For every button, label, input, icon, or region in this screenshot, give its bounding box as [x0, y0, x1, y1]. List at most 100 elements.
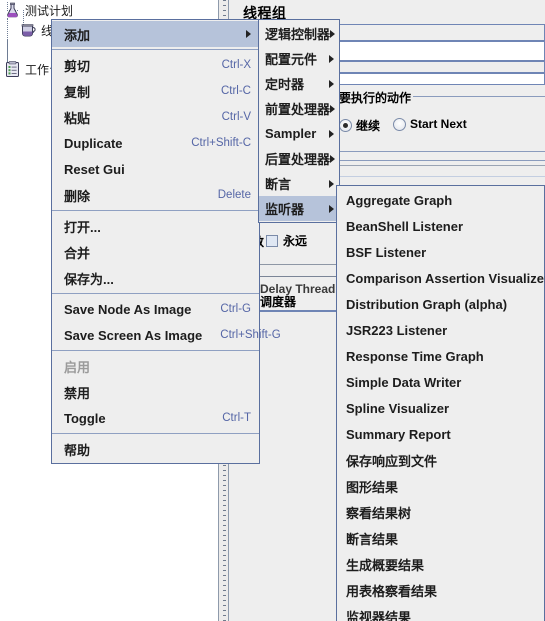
radio-start-next[interactable]: Start Next [393, 117, 467, 131]
menu-item[interactable]: Save Screen As Image Ctrl+Shift-G [52, 322, 281, 348]
node-context-menu[interactable]: 添加剪切 Ctrl-X 复制 Ctrl-C 粘贴 Ctrl-V Duplicate Ctrl+… [51, 19, 281, 464]
menu-item[interactable]: 合并 [52, 239, 259, 265]
menu-item-label: 添加 [64, 27, 91, 43]
menu-item-accelerator: Ctrl-C [220, 85, 251, 97]
menu-item[interactable]: Summary Report [337, 421, 544, 447]
menu-item-label: Save Node As Image [64, 301, 192, 317]
submenu-arrow-icon [329, 129, 334, 138]
menu-item[interactable]: 添加 [52, 21, 259, 47]
menu-item[interactable]: 图形结果 [337, 473, 544, 499]
radio-dot-icon [339, 119, 352, 132]
menu-item-label: Simple Data Writer [346, 374, 462, 390]
menu-item[interactable]: 察看结果树 [337, 499, 544, 525]
menu-item[interactable]: 监听器 [259, 196, 339, 221]
menu-item[interactable]: 复制 Ctrl-C [52, 78, 259, 104]
menu-item[interactable]: 前置处理器 [259, 96, 339, 121]
menu-item-label: JSR223 Listener [346, 322, 448, 338]
radio-continue[interactable]: 继续 [339, 117, 380, 134]
menu-item-label: 禁用 [64, 385, 91, 401]
menu-item[interactable]: Distribution Graph (alpha) [337, 291, 544, 317]
checkbox-label: 永远 [283, 234, 308, 248]
listener-submenu[interactable]: Aggregate Graph BeanShell Listener BSF Lis… [336, 185, 545, 621]
menu-item[interactable]: Reset Gui [52, 156, 259, 182]
menu-separator [52, 210, 259, 211]
menu-item[interactable]: JSR223 Listener [337, 317, 544, 343]
menu-item-accelerator: Ctrl-V [221, 111, 251, 123]
menu-item[interactable]: 粘贴 Ctrl-V [52, 104, 259, 130]
tree-item-test-plan[interactable]: 测试计划 [4, 2, 73, 19]
menu-item-label: BeanShell Listener [346, 218, 464, 234]
menu-item-label: 后置处理器 [265, 152, 331, 167]
menu-item-label: 用表格察看结果 [346, 583, 438, 599]
menu-item-label: 帮助 [64, 442, 91, 458]
add-submenu[interactable]: 逻辑控制器配置元件定时器前置处理器 Sampler 后置处理器断言监听器 [258, 19, 340, 223]
menu-item-label: 前置处理器 [265, 102, 331, 117]
menu-item-label: 断言结果 [346, 531, 399, 547]
menu-item[interactable]: Toggle Ctrl-T [52, 405, 259, 431]
menu-item-label: 监听器 [265, 202, 305, 217]
menu-item-label: Duplicate [64, 135, 123, 151]
menu-item-label: 配置元件 [265, 52, 318, 67]
menu-item-accelerator: Ctrl-G [220, 303, 251, 315]
menu-item-accelerator: Ctrl+Shift-G [220, 329, 281, 341]
forever-checkbox-overlay[interactable]: 永远 [266, 232, 307, 249]
menu-item-label: 定时器 [265, 77, 305, 92]
menu-item-label: 粘贴 [64, 110, 91, 126]
menu-item-label: Summary Report [346, 426, 451, 442]
menu-item[interactable]: BSF Listener [337, 239, 544, 265]
menu-item[interactable]: 生成概要结果 [337, 551, 544, 577]
menu-separator [52, 433, 259, 434]
menu-item-label: 合并 [64, 245, 91, 261]
menu-item-label: 断言 [265, 177, 292, 192]
menu-separator [52, 350, 259, 351]
menu-item-label: 监视器结果 [346, 609, 412, 621]
menu-item[interactable]: Response Time Graph [337, 343, 544, 369]
menu-item[interactable]: Sampler [259, 121, 339, 146]
radio-label: 继续 [356, 119, 381, 133]
menu-item-label: 察看结果树 [346, 505, 412, 521]
menu-item-label: 保存为... [64, 271, 114, 287]
menu-item-label: 复制 [64, 84, 91, 100]
menu-item[interactable]: 断言 [259, 171, 339, 196]
submenu-arrow-icon [330, 29, 336, 38]
menu-separator [52, 49, 259, 50]
menu-item[interactable]: 保存为... [52, 265, 259, 291]
submenu-arrow-icon [330, 104, 336, 113]
menu-item-label: Aggregate Graph [346, 192, 453, 208]
radio-label: Start Next [410, 117, 467, 131]
menu-item[interactable]: 后置处理器 [259, 146, 339, 171]
menu-item[interactable]: Simple Data Writer [337, 369, 544, 395]
menu-item-label: Distribution Graph (alpha) [346, 296, 508, 312]
menu-item[interactable]: 用表格察看结果 [337, 577, 544, 603]
menu-item[interactable]: 定时器 [259, 71, 339, 96]
menu-item-label: 打开... [64, 219, 101, 235]
scheduler-label-overlay: 调度器 [260, 295, 297, 309]
menu-item[interactable]: Duplicate Ctrl+Shift-C [52, 130, 259, 156]
menu-item[interactable]: 保存响应到文件 [337, 447, 544, 473]
menu-item: 启用 [52, 353, 259, 379]
menu-item[interactable]: 打开... [52, 213, 259, 239]
menu-item-label: Spline Visualizer [346, 400, 450, 416]
menu-item[interactable]: 删除 Delete [52, 182, 259, 208]
menu-item[interactable]: Spline Visualizer [337, 395, 544, 421]
menu-item-accelerator: Ctrl+Shift-C [191, 137, 251, 149]
menu-item[interactable]: Aggregate Graph [337, 187, 544, 213]
radio-dot-icon [393, 117, 406, 131]
menu-item[interactable]: 剪切 Ctrl-X [52, 52, 259, 78]
menu-item-accelerator: Delete [217, 189, 251, 201]
menu-item[interactable]: Save Node As Image Ctrl-G [52, 296, 259, 322]
menu-item[interactable]: 监视器结果 [337, 603, 544, 621]
menu-item-accelerator: Ctrl-X [221, 59, 251, 71]
menu-item-label: 生成概要结果 [346, 557, 425, 573]
menu-item[interactable]: BeanShell Listener [337, 213, 544, 239]
menu-item-label: 删除 [64, 188, 91, 204]
menu-item[interactable]: Comparison Assertion Visualizer [337, 265, 545, 291]
menu-item[interactable]: 帮助 [52, 436, 259, 462]
menu-item-label: 保存响应到文件 [346, 453, 438, 469]
menu-item[interactable]: 禁用 [52, 379, 259, 405]
menu-item[interactable]: 配置元件 [259, 46, 339, 71]
menu-item-accelerator: Ctrl-T [222, 412, 251, 424]
submenu-arrow-icon [246, 30, 251, 38]
menu-item[interactable]: 逻辑控制器 [259, 21, 339, 46]
menu-item[interactable]: 断言结果 [337, 525, 544, 551]
